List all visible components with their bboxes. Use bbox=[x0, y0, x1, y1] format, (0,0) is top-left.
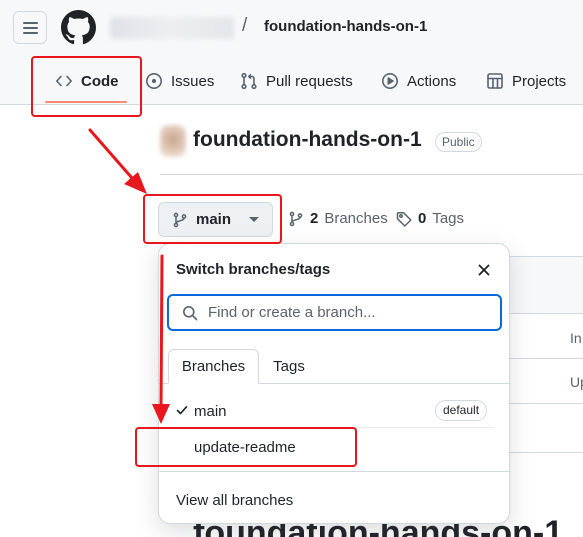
caret-down-icon bbox=[249, 217, 260, 222]
check-icon bbox=[176, 406, 188, 415]
tag-icon bbox=[396, 211, 412, 227]
play-icon bbox=[382, 73, 398, 89]
tags-count-link[interactable]: 0 Tags bbox=[396, 210, 464, 227]
file-row-divider bbox=[505, 403, 583, 404]
selected-tab-indicator bbox=[45, 101, 127, 103]
popup-tab-tags[interactable]: Tags bbox=[259, 349, 319, 384]
tab-issues-label: Issues bbox=[171, 72, 215, 90]
branch-search-input[interactable] bbox=[208, 304, 488, 321]
file-row-divider bbox=[505, 452, 583, 453]
branch-list-divider bbox=[167, 427, 494, 428]
git-pull-request-icon bbox=[241, 72, 257, 90]
visibility-badge: Public bbox=[435, 132, 482, 152]
close-icon[interactable] bbox=[474, 260, 494, 280]
branches-label: Branches bbox=[324, 210, 388, 227]
tab-actions[interactable]: Actions bbox=[381, 68, 456, 94]
default-branch-badge: default bbox=[435, 400, 488, 421]
tab-projects[interactable]: Projects bbox=[486, 68, 566, 94]
annotation-arrowhead bbox=[124, 172, 147, 194]
branches-count: 2 bbox=[310, 210, 319, 227]
branch-search-field[interactable] bbox=[167, 294, 502, 331]
branch-item-label: update-readme bbox=[194, 439, 296, 456]
table-icon bbox=[487, 73, 503, 89]
breadcrumb-separator: / bbox=[242, 15, 248, 36]
git-branch-icon bbox=[289, 211, 303, 226]
tab-actions-label: Actions bbox=[407, 72, 457, 90]
file-table-header bbox=[505, 256, 583, 314]
popup-title: Switch branches/tags bbox=[176, 261, 331, 278]
menu-icon[interactable] bbox=[13, 11, 47, 44]
search-icon bbox=[183, 305, 198, 320]
file-table-cell[interactable]: Up bbox=[570, 374, 583, 390]
current-branch-label: main bbox=[196, 211, 232, 228]
view-all-branches-link[interactable]: View all branches bbox=[176, 492, 293, 509]
file-row-divider bbox=[505, 358, 583, 359]
tags-count: 0 bbox=[418, 210, 427, 227]
annotation-arrow-code-to-branch bbox=[88, 128, 134, 180]
breadcrumb-repo-link[interactable]: foundation-hands-on-1 bbox=[264, 18, 427, 35]
issue-opened-icon bbox=[146, 73, 162, 89]
popup-tab-branches[interactable]: Branches bbox=[168, 349, 259, 384]
branch-item-update-readme[interactable]: update-readme bbox=[167, 432, 502, 462]
owner-avatar[interactable] bbox=[160, 125, 186, 157]
popup-footer-divider bbox=[159, 471, 509, 472]
tab-issues[interactable]: Issues bbox=[145, 68, 214, 94]
tab-pull-requests-label: Pull requests bbox=[266, 72, 353, 90]
tab-pull-requests[interactable]: Pull requests bbox=[240, 68, 353, 94]
repo-title[interactable]: foundation-hands-on-1 bbox=[193, 128, 422, 152]
branches-count-link[interactable]: 2 Branches bbox=[288, 210, 388, 227]
tab-code[interactable]: Code bbox=[55, 68, 119, 94]
tab-projects-label: Projects bbox=[512, 72, 567, 90]
tags-label: Tags bbox=[432, 210, 465, 227]
file-table-cell[interactable]: In bbox=[570, 330, 582, 346]
branch-selector-button[interactable]: main bbox=[158, 202, 273, 237]
branch-item-label: main bbox=[194, 403, 227, 420]
repo-header: / foundation-hands-on-1 Code Issues Pull… bbox=[0, 0, 583, 105]
github-logo-icon[interactable] bbox=[61, 10, 96, 45]
owner-name-redacted[interactable] bbox=[110, 17, 234, 39]
branch-item-main[interactable]: main default bbox=[167, 396, 502, 426]
branch-switcher-popup: Switch branches/tags Branches Tags main … bbox=[158, 243, 510, 524]
tab-code-label: Code bbox=[81, 72, 119, 90]
title-divider bbox=[160, 174, 583, 175]
code-icon bbox=[56, 75, 72, 87]
git-branch-icon bbox=[173, 212, 187, 227]
